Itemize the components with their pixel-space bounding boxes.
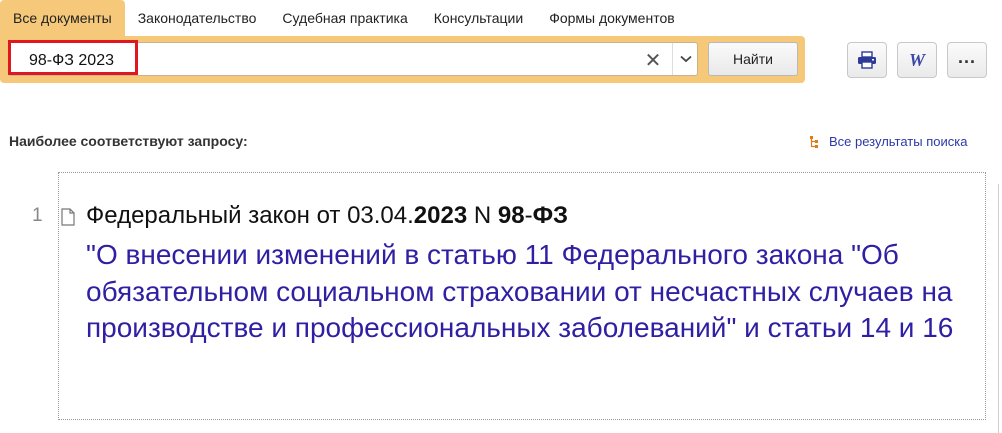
result-number: 1	[32, 205, 43, 226]
tab-court-practice[interactable]: Судебная практика	[269, 0, 420, 36]
result-title: Федеральный закон от 03.04.2023 N 98-ФЗ	[86, 202, 569, 229]
result-document-link[interactable]: "О внесении изменений в статью 11 Федера…	[86, 237, 976, 347]
search-history-dropdown-button[interactable]	[672, 43, 699, 75]
export-word-button[interactable]: W	[897, 42, 937, 78]
chevron-down-icon	[680, 55, 692, 63]
results-heading: Наиболее соответствуют запросу:	[9, 133, 248, 149]
query-highlight-box	[8, 40, 138, 75]
tab-document-forms[interactable]: Формы документов	[536, 0, 688, 36]
printer-icon	[858, 51, 876, 69]
more-options-button[interactable]: ...	[947, 42, 987, 78]
all-results-link[interactable]: Все результаты поиска	[809, 134, 967, 149]
close-icon: ✕	[644, 49, 662, 72]
document-icon	[61, 208, 75, 226]
find-button[interactable]: Найти	[708, 42, 798, 76]
print-button[interactable]	[847, 42, 887, 78]
category-tabs: Все документы Законодательство Судебная …	[0, 0, 688, 36]
search-window: Все документы Законодательство Судебная …	[0, 0, 1002, 433]
all-results-label[interactable]: Все результаты поиска	[829, 134, 967, 149]
tab-consultations[interactable]: Консультации	[421, 0, 536, 36]
more-icon: ...	[957, 47, 976, 67]
tree-list-icon	[810, 135, 818, 148]
tab-all-documents[interactable]: Все документы	[0, 0, 125, 36]
scrollbar-track[interactable]	[998, 184, 999, 433]
word-icon: W	[908, 49, 925, 70]
tab-legislation[interactable]: Законодательство	[125, 0, 270, 36]
clear-search-button[interactable]: ✕	[639, 47, 667, 73]
